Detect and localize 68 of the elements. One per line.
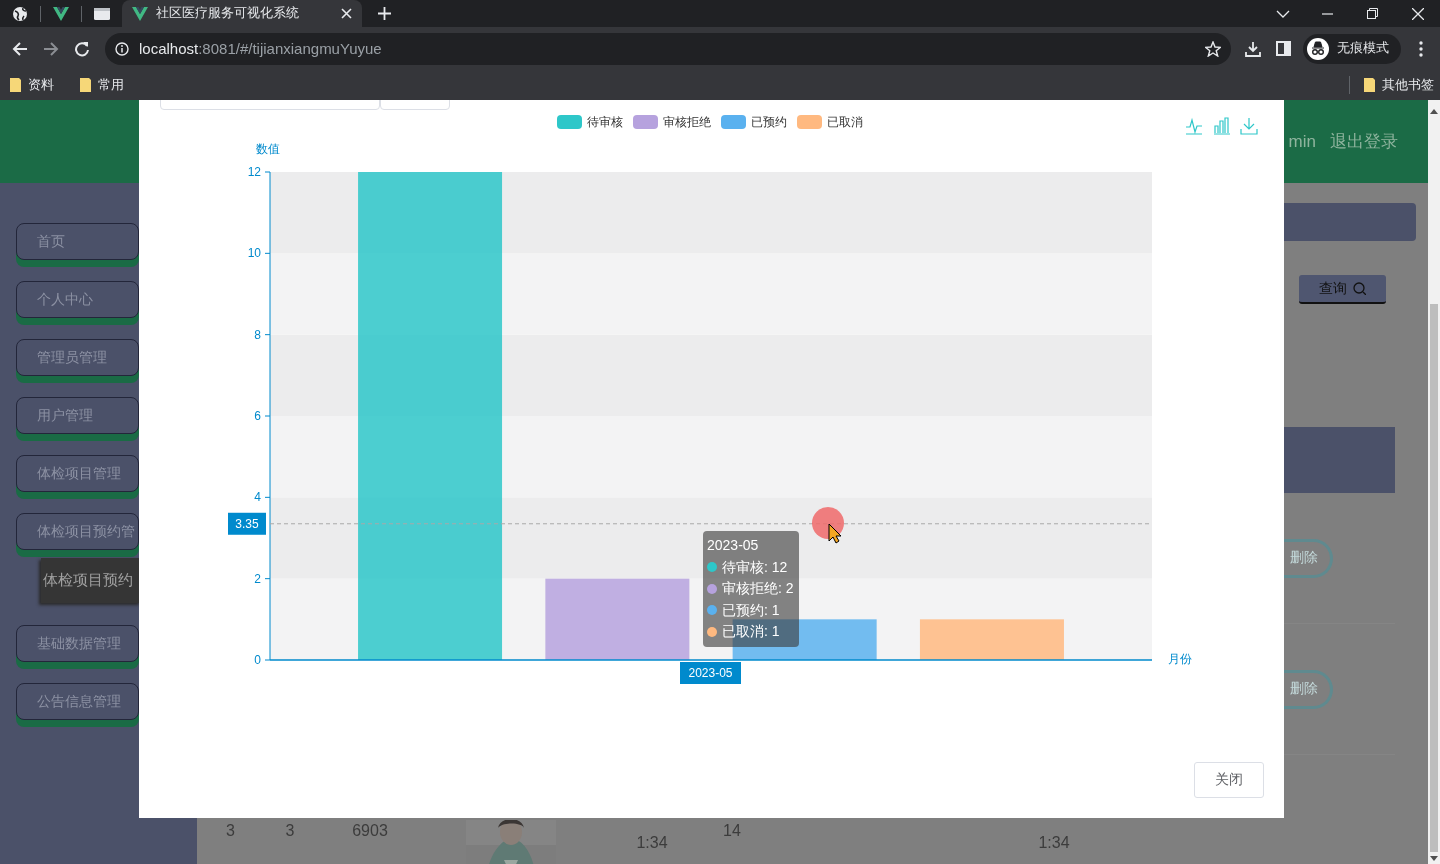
close-icon[interactable] <box>1411 7 1424 20</box>
incognito-icon <box>1307 37 1329 60</box>
window-icon <box>94 6 110 21</box>
legend-swatch[interactable] <box>557 115 582 129</box>
table-cell-text: 6903 <box>352 822 388 841</box>
close-button[interactable]: 关闭 <box>1194 762 1264 798</box>
axis-pointer-label: 3.35 <box>228 512 266 535</box>
star-icon[interactable] <box>1205 40 1221 57</box>
cursor-drawing <box>812 507 844 544</box>
axis-tick-label: 4 <box>254 490 261 505</box>
axis-tick-label: 0 <box>254 653 261 667</box>
minimize-icon[interactable] <box>1322 12 1333 15</box>
bookmark-folder[interactable]: 资料 <box>6 76 58 94</box>
legend-label[interactable]: 待审核 <box>587 115 623 129</box>
axis-title: 数值 <box>256 142 280 156</box>
tooltip-item: 已取消: 1 <box>722 622 780 641</box>
sidebar-subitem[interactable]: 体检项目预约 <box>41 558 141 603</box>
table-cell-text: 3 <box>226 822 235 841</box>
folder-icon <box>1364 78 1375 92</box>
restore-icon[interactable] <box>1367 8 1378 19</box>
tooltip-item: 已预约: 1 <box>722 600 780 620</box>
profile-button[interactable]: 无痕模式 <box>1303 33 1401 64</box>
bookmark-folder[interactable]: 常用 <box>76 76 128 94</box>
legend-label[interactable]: 已预约 <box>751 115 787 129</box>
address-bar[interactable]: localhost:8081/#/tijianxiangmuYuyue <box>105 32 1231 65</box>
legend-swatch[interactable] <box>633 115 658 129</box>
folder-icon <box>80 78 91 92</box>
table-cell-text: 1:34 <box>636 834 668 853</box>
axis-title: 月份 <box>1168 652 1192 666</box>
scroll-down-icon[interactable] <box>1430 856 1438 862</box>
reload-icon[interactable] <box>73 40 90 57</box>
axis-pointer-label: 2023-05 <box>680 662 741 684</box>
table-cell-text: 14 <box>723 822 741 841</box>
axis-tick-label: 8 <box>254 327 261 342</box>
close-icon[interactable] <box>341 8 352 19</box>
legend-label[interactable]: 审核拒绝 <box>663 115 711 129</box>
tooltip-item: 待审核: 12 <box>722 557 788 577</box>
table-cell-text: 1:34 <box>1038 834 1070 853</box>
caret-icon[interactable] <box>1275 9 1290 18</box>
bookmark-folder[interactable]: 其他书签 <box>1360 76 1434 94</box>
tooltip-title: 2023-05 <box>707 536 760 555</box>
browser-tab[interactable]: 社区医疗服务可视化系统 <box>122 0 362 27</box>
axis-tick-label: 2 <box>254 571 261 586</box>
search-button[interactable]: 查询 <box>1299 275 1386 304</box>
username: min <box>1288 131 1316 152</box>
back-icon[interactable] <box>11 40 28 57</box>
axis-tick-label: 6 <box>254 409 261 423</box>
info-icon[interactable] <box>115 41 129 56</box>
forward-icon[interactable] <box>42 40 59 57</box>
folder-icon <box>10 78 21 92</box>
globe-icon <box>12 5 28 22</box>
axis-tick-label: 10 <box>247 246 261 261</box>
side-panel-icon[interactable] <box>1276 41 1291 56</box>
scroll-up-icon[interactable] <box>1430 108 1438 114</box>
axis-tick-label: 12 <box>247 165 261 179</box>
new-tab-icon[interactable] <box>378 7 391 20</box>
logout-link[interactable]: 退出登录 <box>1330 130 1398 153</box>
legend-swatch[interactable] <box>721 115 746 129</box>
legend-label[interactable]: 已取消 <box>827 115 863 129</box>
scrollbar-thumb[interactable] <box>1430 304 1438 852</box>
scrollbar[interactable] <box>1428 100 1440 864</box>
legend-swatch[interactable] <box>797 115 822 129</box>
table-cell-text: 3 <box>285 822 295 841</box>
v-logo-icon <box>132 5 148 22</box>
search-icon <box>1353 282 1366 295</box>
v-logo-icon <box>53 5 69 22</box>
tooltip-item: 审核拒绝: 2 <box>722 579 794 598</box>
menu-icon[interactable] <box>1418 40 1423 57</box>
